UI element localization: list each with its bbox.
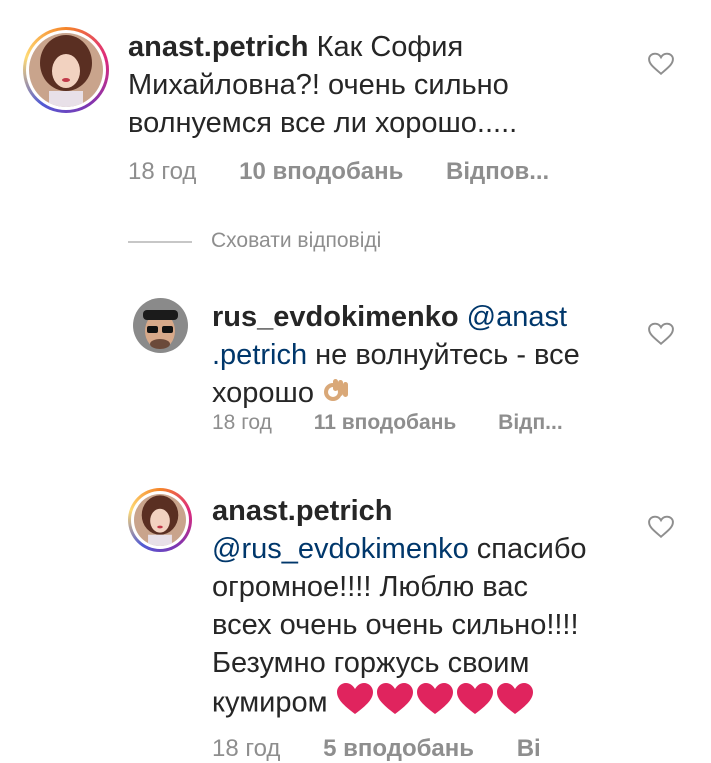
reply-button[interactable]: Відп... (498, 411, 563, 434)
comment-username[interactable]: anast.petrich (128, 31, 309, 63)
hide-replies-button[interactable]: Сховати відповіді (211, 229, 381, 253)
reply-mention[interactable]: @rus_evdokimenko (212, 533, 469, 565)
reply-likes[interactable]: 11 вподобань (314, 411, 457, 434)
reply-username[interactable]: anast.petrich (212, 495, 393, 527)
reply-text-2: огромное!!!! Люблю вас (212, 571, 528, 603)
comment-time: 18 год (128, 158, 197, 185)
reply-button[interactable]: Відпов... (446, 158, 549, 185)
reply-button[interactable]: Ві (517, 735, 541, 762)
reply-text: не волнуйтесь - все (307, 339, 580, 371)
reply-text-2: хорошо (212, 377, 314, 409)
reply-username[interactable]: rus_evdokimenko (212, 301, 459, 333)
reply-time: 18 год (212, 411, 272, 434)
reply-likes[interactable]: 5 вподобань (323, 735, 474, 762)
reply-text-1: спасибо (468, 533, 587, 565)
avatar-anast-petrich[interactable] (23, 27, 109, 113)
red-heart-icons (336, 682, 536, 726)
like-heart-icon[interactable] (648, 322, 674, 346)
reply-text-5: кумиром (212, 686, 328, 719)
ok-hand-icon (322, 374, 352, 414)
avatar-rus-evdokimenko[interactable] (133, 298, 188, 353)
hide-replies-line (128, 241, 192, 243)
reply-time: 18 год (212, 735, 281, 762)
like-heart-icon[interactable] (648, 515, 674, 539)
reply-text-3: всех очень очень сильно!!!! (212, 609, 579, 641)
comment-likes[interactable]: 10 вподобань (239, 158, 403, 185)
reply-mention-cont[interactable]: .petrich (212, 339, 307, 371)
like-heart-icon[interactable] (648, 52, 674, 76)
reply-mention[interactable]: @anast (467, 301, 567, 333)
reply-text-4: Безумно горжусь своим (212, 647, 530, 679)
avatar-anast-petrich[interactable] (128, 488, 192, 552)
